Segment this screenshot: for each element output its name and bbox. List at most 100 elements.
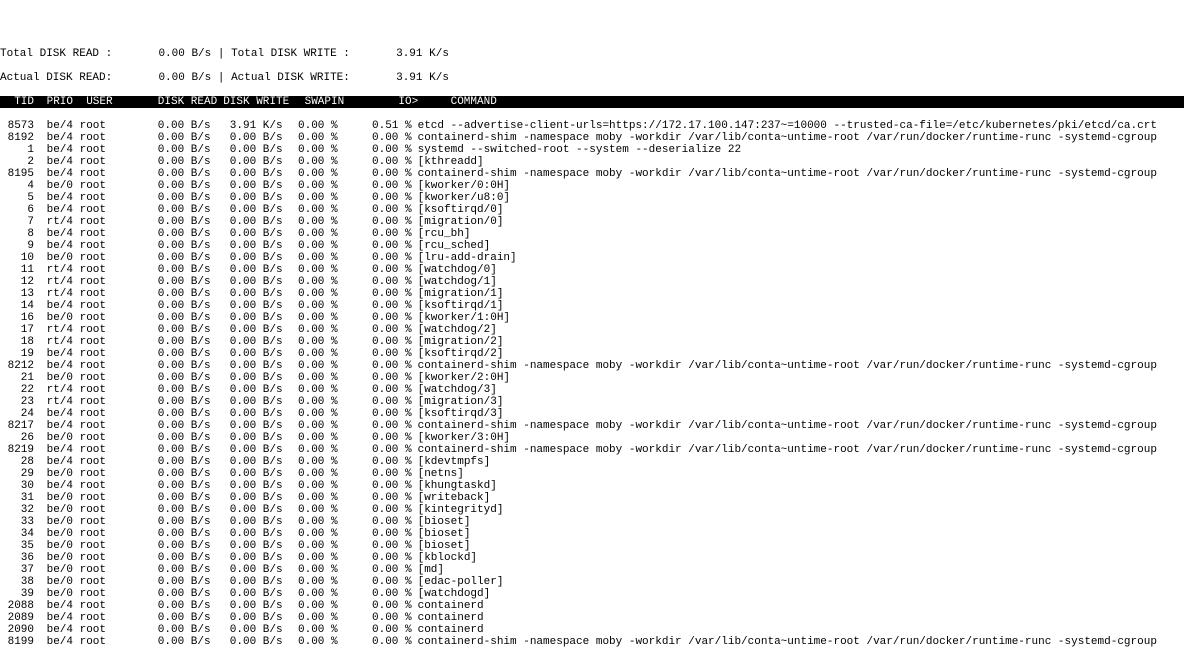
process-row[interactable]: 13rt/4 root0.00 B/s0.00 B/s0.00 %0.00 %[… [0, 288, 1184, 300]
process-row[interactable]: 2089be/4 root0.00 B/s0.00 B/s0.00 %0.00 … [0, 612, 1184, 624]
cell-prio: be/0 [34, 504, 73, 516]
process-row[interactable]: 8573be/4 root0.00 B/s3.91 K/s0.00 %0.51 … [0, 120, 1184, 132]
cell-io: 0.00 % [338, 468, 412, 480]
col-prio[interactable]: PRIO [34, 96, 73, 108]
cell-swapin: 0.00 % [283, 180, 338, 192]
process-row[interactable]: 16be/0 root0.00 B/s0.00 B/s0.00 %0.00 %[… [0, 312, 1184, 324]
process-row[interactable]: 26be/0 root0.00 B/s0.00 B/s0.00 %0.00 %[… [0, 432, 1184, 444]
cell-disk-read: 0.00 B/s [131, 204, 211, 216]
process-row[interactable]: 36be/0 root0.00 B/s0.00 B/s0.00 %0.00 %[… [0, 552, 1184, 564]
cell-io: 0.00 % [338, 228, 412, 240]
cell-disk-read: 0.00 B/s [131, 612, 211, 624]
process-row[interactable]: 8be/4 root0.00 B/s0.00 B/s0.00 %0.00 %[r… [0, 228, 1184, 240]
cell-tid: 21 [0, 372, 34, 384]
actual-read-value: 0.00 B/s [158, 72, 211, 84]
col-command[interactable]: COMMAND [445, 96, 497, 108]
cell-command: [ksoftirqd/0] [412, 204, 504, 216]
process-row[interactable]: 21be/0 root0.00 B/s0.00 B/s0.00 %0.00 %[… [0, 372, 1184, 384]
process-row[interactable]: 33be/0 root0.00 B/s0.00 B/s0.00 %0.00 %[… [0, 516, 1184, 528]
process-row[interactable]: 19be/4 root0.00 B/s0.00 B/s0.00 %0.00 %[… [0, 348, 1184, 360]
cell-disk-write: 0.00 B/s [211, 288, 283, 300]
cell-tid: 29 [0, 468, 34, 480]
process-row[interactable]: 28be/4 root0.00 B/s0.00 B/s0.00 %0.00 %[… [0, 456, 1184, 468]
cell-user: root [80, 360, 131, 372]
process-row[interactable]: 39be/0 root0.00 B/s0.00 B/s0.00 %0.00 %[… [0, 588, 1184, 600]
process-row[interactable]: 8217be/4 root0.00 B/s0.00 B/s0.00 %0.00 … [0, 420, 1184, 432]
col-user[interactable]: USER [86, 96, 137, 108]
cell-prio: rt/4 [34, 264, 73, 276]
process-row[interactable]: 23rt/4 root0.00 B/s0.00 B/s0.00 %0.00 %[… [0, 396, 1184, 408]
process-row[interactable]: 24be/4 root0.00 B/s0.00 B/s0.00 %0.00 %[… [0, 408, 1184, 420]
process-row[interactable]: 34be/0 root0.00 B/s0.00 B/s0.00 %0.00 %[… [0, 528, 1184, 540]
cell-disk-write: 0.00 B/s [211, 600, 283, 612]
cell-swapin: 0.00 % [283, 468, 338, 480]
process-row[interactable]: 14be/4 root0.00 B/s0.00 B/s0.00 %0.00 %[… [0, 300, 1184, 312]
cell-disk-read: 0.00 B/s [131, 372, 211, 384]
process-row[interactable]: 37be/0 root0.00 B/s0.00 B/s0.00 %0.00 %[… [0, 564, 1184, 576]
cell-io: 0.51 % [338, 120, 412, 132]
process-row[interactable]: 1be/4 root0.00 B/s0.00 B/s0.00 %0.00 %sy… [0, 144, 1184, 156]
cell-command: containerd [412, 600, 484, 612]
cell-disk-read: 0.00 B/s [131, 468, 211, 480]
cell-user: root [80, 204, 131, 216]
process-row[interactable]: 8199be/4 root0.00 B/s0.00 B/s0.00 %0.00 … [0, 636, 1184, 648]
process-row[interactable]: 8219be/4 root0.00 B/s0.00 B/s0.00 %0.00 … [0, 444, 1184, 456]
process-row[interactable]: 5be/4 root0.00 B/s0.00 B/s0.00 %0.00 %[k… [0, 192, 1184, 204]
cell-tid: 28 [0, 456, 34, 468]
cell-command: [kworker/0:0H] [412, 180, 510, 192]
cell-swapin: 0.00 % [283, 420, 338, 432]
process-row[interactable]: 17rt/4 root0.00 B/s0.00 B/s0.00 %0.00 %[… [0, 324, 1184, 336]
process-row[interactable]: 7rt/4 root0.00 B/s0.00 B/s0.00 %0.00 %[m… [0, 216, 1184, 228]
process-row[interactable]: 2090be/4 root0.00 B/s0.00 B/s0.00 %0.00 … [0, 624, 1184, 636]
cell-tid: 37 [0, 564, 34, 576]
process-row[interactable]: 30be/4 root0.00 B/s0.00 B/s0.00 %0.00 %[… [0, 480, 1184, 492]
cell-user: root [80, 240, 131, 252]
cell-command: [kintegrityd] [412, 504, 504, 516]
cell-prio: be/4 [34, 132, 73, 144]
cell-disk-read: 0.00 B/s [131, 588, 211, 600]
column-header[interactable]: TIDPRIO USERDISK READDISK WRITESWAPINIO>… [0, 96, 1184, 108]
cell-io: 0.00 % [338, 204, 412, 216]
process-row[interactable]: 2088be/4 root0.00 B/s0.00 B/s0.00 %0.00 … [0, 600, 1184, 612]
cell-prio: rt/4 [34, 384, 73, 396]
process-row[interactable]: 29be/0 root0.00 B/s0.00 B/s0.00 %0.00 %[… [0, 468, 1184, 480]
process-row[interactable]: 22rt/4 root0.00 B/s0.00 B/s0.00 %0.00 %[… [0, 384, 1184, 396]
process-row[interactable]: 11rt/4 root0.00 B/s0.00 B/s0.00 %0.00 %[… [0, 264, 1184, 276]
cell-command: containerd-shim -namespace moby -workdir… [412, 360, 1157, 372]
process-row[interactable]: 31be/0 root0.00 B/s0.00 B/s0.00 %0.00 %[… [0, 492, 1184, 504]
cell-tid: 16 [0, 312, 34, 324]
process-row[interactable]: 2be/4 root0.00 B/s0.00 B/s0.00 %0.00 %[k… [0, 156, 1184, 168]
process-row[interactable]: 18rt/4 root0.00 B/s0.00 B/s0.00 %0.00 %[… [0, 336, 1184, 348]
cell-swapin: 0.00 % [283, 540, 338, 552]
cell-disk-read: 0.00 B/s [131, 636, 211, 648]
process-row[interactable]: 35be/0 root0.00 B/s0.00 B/s0.00 %0.00 %[… [0, 540, 1184, 552]
col-tid[interactable]: TID [0, 96, 34, 108]
process-row[interactable]: 10be/0 root0.00 B/s0.00 B/s0.00 %0.00 %[… [0, 252, 1184, 264]
process-list[interactable]: 8573be/4 root0.00 B/s3.91 K/s0.00 %0.51 … [0, 120, 1184, 648]
cell-prio: be/0 [34, 468, 73, 480]
process-row[interactable]: 32be/0 root0.00 B/s0.00 B/s0.00 %0.00 %[… [0, 504, 1184, 516]
cell-swapin: 0.00 % [283, 384, 338, 396]
cell-tid: 9 [0, 240, 34, 252]
process-row[interactable]: 38be/0 root0.00 B/s0.00 B/s0.00 %0.00 %[… [0, 576, 1184, 588]
cell-command: [edac-poller] [412, 576, 504, 588]
col-disk-write[interactable]: DISK WRITE [217, 96, 289, 108]
col-io[interactable]: IO> [344, 96, 418, 108]
cell-command: [rcu_sched] [412, 240, 491, 252]
col-swapin[interactable]: SWAPIN [289, 96, 344, 108]
process-row[interactable]: 6be/4 root0.00 B/s0.00 B/s0.00 %0.00 %[k… [0, 204, 1184, 216]
process-row[interactable]: 8212be/4 root0.00 B/s0.00 B/s0.00 %0.00 … [0, 360, 1184, 372]
cell-disk-read: 0.00 B/s [131, 120, 211, 132]
cell-command: containerd-shim -namespace moby -workdir… [412, 132, 1157, 144]
cell-disk-read: 0.00 B/s [131, 288, 211, 300]
process-row[interactable]: 8192be/4 root0.00 B/s0.00 B/s0.00 %0.00 … [0, 132, 1184, 144]
cell-disk-write: 0.00 B/s [211, 492, 283, 504]
cell-disk-read: 0.00 B/s [131, 312, 211, 324]
cell-io: 0.00 % [338, 456, 412, 468]
process-row[interactable]: 4be/0 root0.00 B/s0.00 B/s0.00 %0.00 %[k… [0, 180, 1184, 192]
cell-io: 0.00 % [338, 132, 412, 144]
process-row[interactable]: 12rt/4 root0.00 B/s0.00 B/s0.00 %0.00 %[… [0, 276, 1184, 288]
process-row[interactable]: 8195be/4 root0.00 B/s0.00 B/s0.00 %0.00 … [0, 168, 1184, 180]
process-row[interactable]: 9be/4 root0.00 B/s0.00 B/s0.00 %0.00 %[r… [0, 240, 1184, 252]
col-disk-read[interactable]: DISK READ [137, 96, 217, 108]
